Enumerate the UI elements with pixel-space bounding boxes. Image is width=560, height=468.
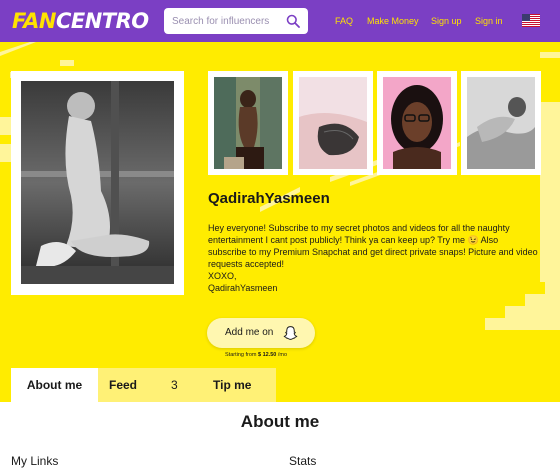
section-title-about-me: About me [240,412,320,431]
tab-about-me[interactable]: About me [11,368,98,402]
add-me-on-snapchat-button[interactable]: Add me on [207,318,315,348]
gallery-thumb-image [214,77,282,169]
gallery-thumb-3[interactable] [377,71,457,175]
gallery-thumb-2[interactable] [293,71,373,175]
gallery-thumb-4[interactable] [461,71,541,175]
tab-tip-me[interactable]: Tip me [186,368,276,402]
nav-make-money[interactable]: Make Money [367,16,419,26]
profile-bio: Hey everyone! Subscribe to my secret pho… [208,223,538,293]
logo-fan: FAN [12,9,56,33]
nav-sign-in[interactable]: Sign in [475,16,503,26]
profile-photo[interactable] [21,81,174,284]
top-header: FANCENTRO FAQ Make Money Sign up Sign in [0,0,560,42]
profile-name: QadirahYasmeen [208,190,330,207]
gallery-thumb-image [299,77,367,169]
add-button-label: Add me on [225,327,274,338]
profile-hero: QadirahYasmeen Hey everyone! Subscribe t… [0,42,560,402]
gallery-thumb-1[interactable] [208,71,288,175]
gallery-thumb-image [383,77,451,169]
search-box [164,8,308,34]
my-links-heading: My Links [11,454,59,468]
gallery-thumb-image [467,77,535,169]
subscription-price-note: Starting from $ 12.50 /mo [225,352,288,358]
subscription-price: $ 12.50 [258,352,277,358]
fancentro-logo[interactable]: FANCENTRO [12,8,149,34]
nav-sign-up[interactable]: Sign up [431,16,462,26]
snapchat-ghost-icon [283,326,298,340]
profile-photo-frame [11,71,184,295]
logo-centro: CENTRO [55,9,149,33]
search-input[interactable] [172,8,282,34]
us-flag-icon[interactable] [522,14,540,27]
stats-heading: Stats [289,454,317,468]
feed-count-badge: 3 [171,378,178,392]
search-icon[interactable] [286,14,300,28]
nav-faq[interactable]: FAQ [335,16,353,26]
tab-feed[interactable]: Feed 3 [98,368,186,402]
